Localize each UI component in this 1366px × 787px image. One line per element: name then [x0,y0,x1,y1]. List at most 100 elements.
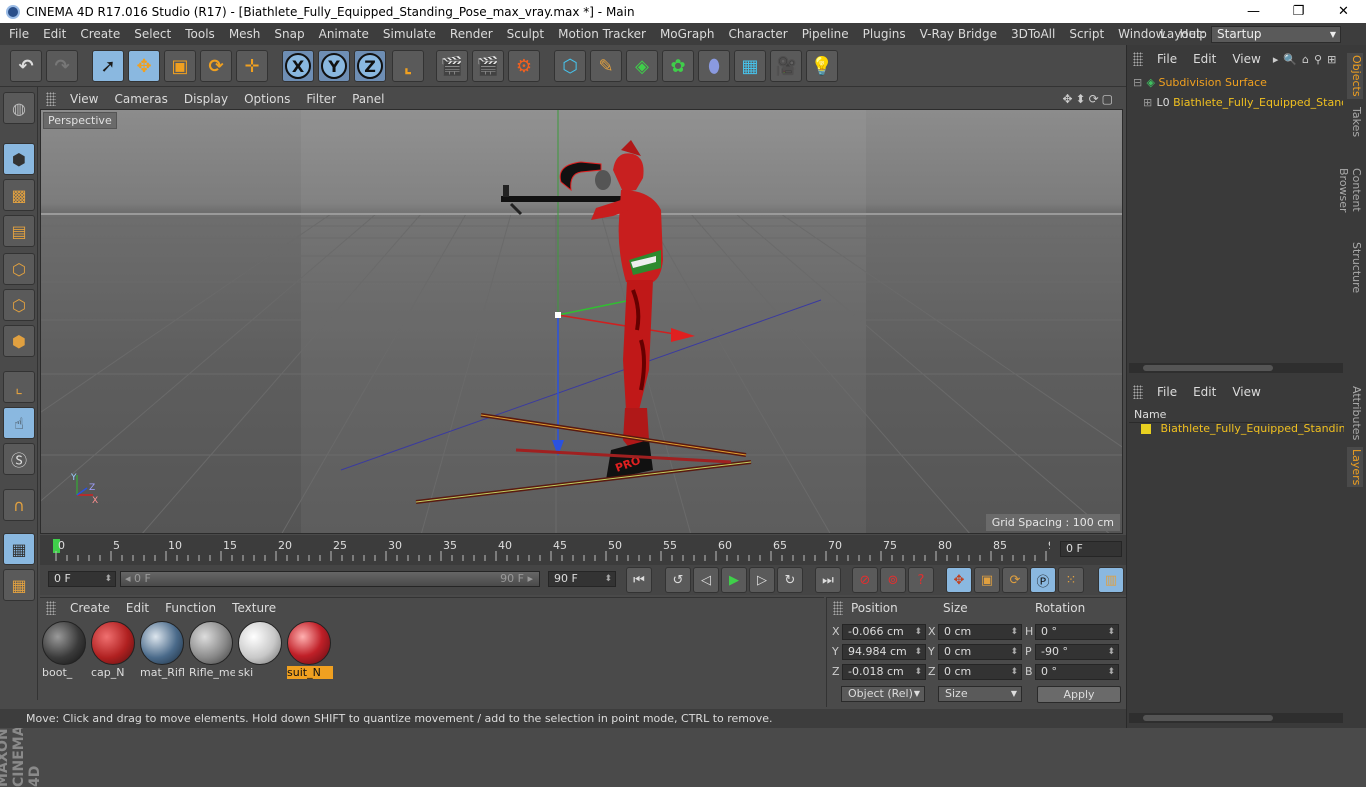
end-frame-field[interactable]: 90 F [548,571,616,587]
position-y-field[interactable]: 94.984 cm [842,644,926,660]
material-swatch[interactable]: Rifle_me [189,621,235,681]
record-active-objects-icon[interactable]: ⊘ [852,567,878,593]
material-swatch[interactable]: mat_Rifl [140,621,186,681]
tab-layers[interactable]: Layers [1347,447,1363,487]
next-key-icon[interactable]: ↻ [777,567,803,593]
record-pla-icon[interactable]: ⁙ [1058,567,1084,593]
layer-menu-view[interactable]: View [1224,385,1268,399]
material-swatch[interactable]: ski [238,621,284,681]
layout-dropdown[interactable]: Startup [1211,25,1341,43]
viewport-navigation-icons[interactable]: ✥⬍⟳▢ [1062,92,1116,106]
panel-grip-icon[interactable] [833,601,843,615]
tab-content-browser[interactable]: Content Browser [1337,145,1363,235]
coordinate-system-icon[interactable]: ⌞ [392,50,424,82]
menu-character[interactable]: Character [721,27,794,41]
perspective-viewport[interactable]: PRO Y X Z Perspective Grid Spacing : 100… [40,109,1123,534]
menu-edit[interactable]: Edit [36,27,73,41]
autokeying-icon[interactable]: ⊚ [880,567,906,593]
tree-collapse-icon[interactable]: ⊟ [1133,74,1143,92]
object-menu-file[interactable]: File [1149,52,1185,66]
apply-button[interactable]: Apply [1037,686,1121,703]
snapping-icon[interactable]: Ⓢ [3,443,35,475]
menu-sculpt[interactable]: Sculpt [500,27,551,41]
coordinate-mode-dropdown[interactable]: Object (Rel) [841,686,925,702]
recent-tool-icon[interactable]: ✛ [236,50,268,82]
material-swatch-selected[interactable]: suit_N [287,621,333,681]
layer-row[interactable]: Biathlete_Fully_Equipped_Standing_Pose [1131,420,1345,438]
subdivision-surface-icon[interactable]: ◈ [626,50,658,82]
edges-mode-icon[interactable]: ⬡ [3,289,35,321]
size-x-field[interactable]: 0 cm [938,624,1022,640]
panel-grip-icon[interactable] [1133,385,1143,399]
menu-snap[interactable]: Snap [267,27,311,41]
viewport-menu-view[interactable]: View [62,92,106,106]
deformer-icon[interactable]: ⬮ [698,50,730,82]
workplane-mode-icon[interactable]: ▤ [3,215,35,247]
menu-3dtoall[interactable]: 3DToAll [1004,27,1062,41]
scale-tool-icon[interactable]: ▣ [164,50,196,82]
viewport-menu-panel[interactable]: Panel [344,92,392,106]
viewport-menu-display[interactable]: Display [176,92,236,106]
menu-simulate[interactable]: Simulate [376,27,443,41]
size-y-field[interactable]: 0 cm [938,644,1022,660]
menu-plugins[interactable]: Plugins [856,27,913,41]
magnet-icon[interactable]: ∩ [3,489,35,521]
move-tool-icon[interactable]: ✥ [128,50,160,82]
locked-workplane-icon[interactable]: ▦ [3,569,35,601]
layer-menu-file[interactable]: File [1149,385,1185,399]
size-z-field[interactable]: 0 cm [938,664,1022,680]
points-mode-icon[interactable]: ⬡ [3,253,35,285]
menu-file[interactable]: File [0,27,36,41]
close-button[interactable]: ✕ [1321,4,1366,19]
menu-mograph[interactable]: MoGraph [653,27,722,41]
next-frame-icon[interactable]: ▷ [749,567,775,593]
cube-primitive-icon[interactable]: ⬡ [554,50,586,82]
timeline-ruler[interactable]: 0 5 10 15 20 25 30 35 40 45 50 55 60 65 70 75 80 85 90 0 F [40,535,1126,565]
menu-pipeline[interactable]: Pipeline [795,27,856,41]
cloner-icon[interactable]: ✿ [662,50,694,82]
select-tool-icon[interactable]: ➚ [92,50,124,82]
tab-objects[interactable]: Objects [1347,53,1363,99]
material-menu-texture[interactable]: Texture [224,601,284,615]
undo-icon[interactable]: ↶ [10,50,42,82]
object-row-subdivision[interactable]: ⊟ ◈ Subdivision Surface [1129,74,1343,92]
redo-icon[interactable]: ↷ [46,50,78,82]
start-frame-field[interactable]: 0 F [48,571,116,587]
menu-motion-tracker[interactable]: Motion Tracker [551,27,653,41]
position-x-field[interactable]: -0.066 cm [842,624,926,640]
timeline-window-icon[interactable]: ▥ [1098,567,1124,593]
material-swatch[interactable]: cap_N [91,621,137,681]
preview-range-slider[interactable]: ◂ 0 F 90 F ▸ [120,571,540,587]
polygons-mode-icon[interactable]: ⬢ [3,325,35,357]
make-editable-icon[interactable]: ◍ [3,92,35,124]
current-frame-field[interactable]: 0 F [1060,541,1122,557]
object-menu-edit[interactable]: Edit [1185,52,1224,66]
tab-takes[interactable]: Takes [1347,105,1363,139]
viewport-menu-cameras[interactable]: Cameras [106,92,175,106]
viewport-menu-options[interactable]: Options [236,92,298,106]
object-menu-view[interactable]: View [1224,52,1268,66]
tab-attributes[interactable]: Attributes [1347,385,1363,441]
panel-grip-icon[interactable] [46,91,56,106]
record-position-icon[interactable]: ✥ [946,567,972,593]
previous-frame-icon[interactable]: ◁ [693,567,719,593]
floor-environment-icon[interactable]: ▦ [734,50,766,82]
keyframe-selection-icon[interactable]: ? [908,567,934,593]
menu-mesh[interactable]: Mesh [222,27,268,41]
rotation-b-field[interactable]: 0 ° [1035,664,1119,680]
tweak-mode-icon[interactable]: ☝ [3,407,35,439]
menu-animate[interactable]: Animate [312,27,376,41]
object-manager-search-icon[interactable]: ▸🔍⌂⚲⊞ [1273,53,1341,66]
render-settings-icon[interactable]: ⚙ [508,50,540,82]
size-mode-dropdown[interactable]: Size [938,686,1022,702]
material-menu-edit[interactable]: Edit [118,601,157,615]
previous-key-icon[interactable]: ↺ [665,567,691,593]
record-rotation-icon[interactable]: ⟳ [1002,567,1028,593]
viewport-menu-filter[interactable]: Filter [298,92,344,106]
menu-create[interactable]: Create [73,27,127,41]
workplane-icon[interactable]: ▦ [3,533,35,565]
restore-button[interactable]: ❐ [1276,4,1321,19]
menu-vray-bridge[interactable]: V-Ray Bridge [913,27,1004,41]
menu-tools[interactable]: Tools [178,27,222,41]
texture-mode-icon[interactable]: ▩ [3,179,35,211]
